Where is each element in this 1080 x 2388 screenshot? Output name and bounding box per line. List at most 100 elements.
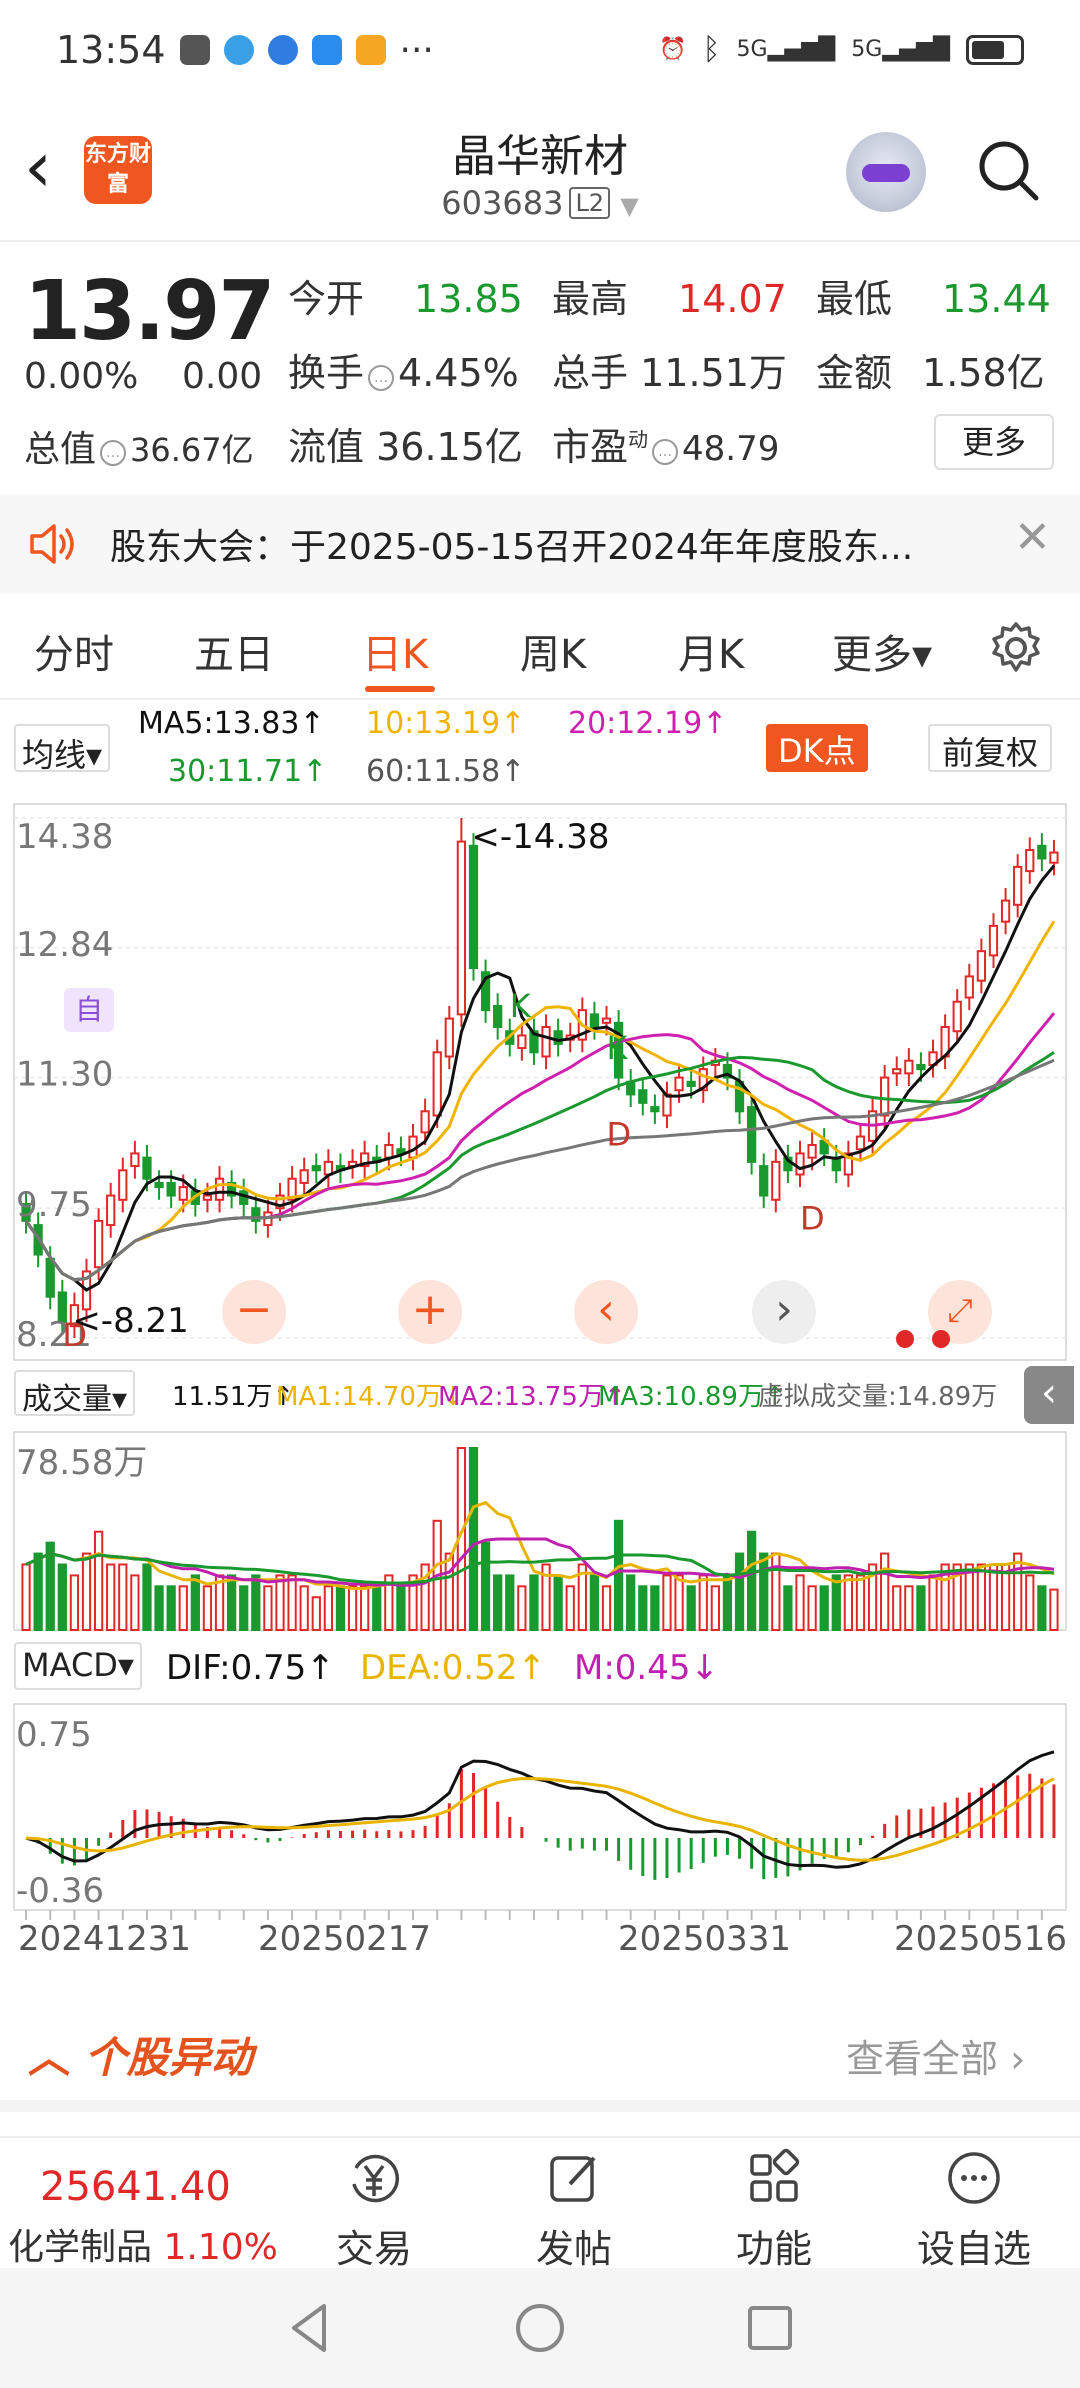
volume-bar bbox=[916, 1585, 926, 1632]
back-nav-icon[interactable] bbox=[280, 2298, 340, 2358]
volume-bar bbox=[638, 1585, 648, 1632]
ma20-line bbox=[24, 1012, 1056, 1282]
home-nav-icon[interactable] bbox=[510, 2298, 570, 2358]
volume-bar bbox=[493, 1574, 503, 1632]
announcement-banner[interactable]: 股东大会：于2025-05-15召开2024年年度股东... ✕ bbox=[0, 494, 1080, 594]
candle-body bbox=[299, 1169, 309, 1184]
sector-index-name: 化学制品 1.10% bbox=[8, 2227, 278, 2268]
signal-icon: 5G▂▄▆█ bbox=[736, 37, 836, 62]
macd-dif: DIF:0.75↑ bbox=[166, 1648, 335, 1688]
volume-bar bbox=[190, 1574, 200, 1632]
pan-left-button[interactable]: ‹ bbox=[574, 1280, 638, 1344]
volume-bar bbox=[396, 1585, 406, 1632]
volume-bar bbox=[1013, 1552, 1023, 1631]
volume-y-label: 78.58万 bbox=[16, 1443, 147, 1483]
volume-bar bbox=[178, 1585, 188, 1632]
candle-body bbox=[892, 1068, 902, 1075]
nav-add-watchlist[interactable]: 设自选 bbox=[904, 2148, 1044, 2273]
candle-body bbox=[807, 1144, 817, 1159]
tab-daily-k[interactable]: 日K bbox=[362, 622, 428, 680]
candle-body bbox=[493, 1004, 503, 1029]
macd-panel-frame bbox=[13, 1703, 1067, 1911]
signal-icon: 5G▂▄▆█ bbox=[851, 37, 950, 62]
kline-chart-area: 均线▾ MA5:13.83↑ 10:13.19↑ 20:12.19↑ 30:11… bbox=[0, 698, 1080, 1998]
level2-badge: L2 bbox=[569, 187, 611, 219]
zoom-out-button[interactable]: − bbox=[222, 1280, 286, 1344]
volume-bar bbox=[928, 1574, 938, 1632]
virtual-volume: 虚拟成交量:14.89万 bbox=[758, 1382, 998, 1412]
quote-panel: 13.97 0.00% 0.00 总值… 36.67亿 今开 13.85 最高 14.… bbox=[0, 244, 1080, 490]
buy-signal-mark: K bbox=[510, 987, 532, 1025]
collapse-panel-button[interactable]: ‹ bbox=[1024, 1366, 1074, 1424]
zoom-in-button[interactable]: + bbox=[398, 1280, 462, 1344]
turnover-stat: 换手… 4.45% bbox=[288, 351, 519, 395]
candle-body bbox=[650, 1106, 660, 1113]
tab-more[interactable]: 更多▾ bbox=[832, 622, 932, 680]
info-icon[interactable]: … bbox=[100, 440, 127, 466]
candle-body bbox=[952, 1000, 962, 1033]
volume-bar bbox=[33, 1552, 43, 1631]
change-percent: 0.00% bbox=[24, 356, 139, 397]
candle-body bbox=[589, 1013, 600, 1029]
alarm-icon: ⏰ bbox=[659, 37, 687, 62]
recents-nav-icon[interactable] bbox=[740, 2298, 800, 2358]
volume-bar bbox=[855, 1574, 866, 1632]
indicator-dot bbox=[932, 1330, 950, 1348]
ai-assistant-avatar[interactable] bbox=[846, 132, 926, 212]
self-select-tag[interactable]: 自 bbox=[64, 988, 114, 1032]
notification-app-icon bbox=[311, 35, 342, 65]
tab-five-day[interactable]: 五日 bbox=[194, 622, 274, 680]
volume-bar bbox=[480, 1541, 491, 1632]
pan-right-button[interactable]: › bbox=[752, 1280, 816, 1344]
info-icon[interactable]: … bbox=[368, 365, 395, 391]
kline-chart[interactable]: 14.3812.8411.309.758.21<-14.38<-8.21KKDD… bbox=[0, 698, 1080, 1998]
nav-post[interactable]: 发帖 bbox=[504, 2148, 644, 2273]
tab-monthly-k[interactable]: 月K bbox=[678, 622, 744, 680]
y-axis-label: 11.30 bbox=[16, 1055, 113, 1095]
candle-body bbox=[142, 1156, 152, 1180]
info-icon[interactable]: … bbox=[652, 439, 679, 465]
candle-body bbox=[880, 1076, 890, 1117]
volume-bar bbox=[892, 1585, 902, 1632]
chevron-up-icon[interactable]: ︿ bbox=[28, 2033, 85, 2082]
status-time: 13:54 bbox=[56, 28, 166, 72]
candle-body bbox=[214, 1177, 225, 1201]
view-all-link[interactable]: 查看全部 › bbox=[846, 2028, 1025, 2083]
volume-bar bbox=[130, 1574, 140, 1632]
buy-signal-mark: K bbox=[607, 1029, 629, 1067]
volume-bar bbox=[843, 1574, 854, 1632]
active-tab-indicator bbox=[365, 686, 435, 692]
nav-functions[interactable]: 功能 bbox=[704, 2148, 844, 2273]
macd-indicator-select[interactable]: MACD▾ bbox=[14, 1642, 142, 1690]
tab-weekly-k[interactable]: 周K bbox=[520, 622, 586, 680]
more-stats-button[interactable]: 更多 bbox=[934, 414, 1054, 470]
battery-icon bbox=[966, 34, 1024, 65]
candle-body bbox=[541, 1026, 551, 1058]
volume-bar bbox=[1049, 1588, 1059, 1632]
candle-body bbox=[154, 1181, 164, 1189]
volume-bar bbox=[251, 1574, 261, 1632]
volume-bar bbox=[771, 1552, 781, 1631]
total-value: 总值… 36.67亿 bbox=[24, 429, 254, 470]
macd-dif-line bbox=[25, 1750, 1055, 1869]
volume-bar bbox=[710, 1585, 720, 1632]
volume-bar bbox=[154, 1585, 164, 1632]
tab-intraday[interactable]: 分时 bbox=[34, 622, 114, 680]
volume-indicator-select[interactable]: 成交量▾ bbox=[14, 1370, 136, 1417]
volume-bar bbox=[263, 1585, 273, 1632]
volume-bar bbox=[650, 1585, 660, 1632]
volume-bar bbox=[819, 1585, 829, 1632]
search-icon[interactable] bbox=[976, 138, 1040, 202]
volume-bar bbox=[759, 1552, 769, 1631]
nav-trade[interactable]: 交易 bbox=[304, 2148, 444, 2273]
candle-body bbox=[178, 1186, 188, 1201]
close-icon[interactable]: ✕ bbox=[1014, 512, 1051, 563]
announcement-text: 股东大会：于2025-05-15召开2024年年度股东... bbox=[110, 527, 914, 568]
macd-m: M:0.45↓ bbox=[574, 1648, 719, 1688]
macd-y-top-label: 0.75 bbox=[16, 1715, 92, 1755]
volume-bar bbox=[626, 1574, 636, 1632]
candle-body bbox=[795, 1152, 805, 1176]
volume-bar bbox=[662, 1574, 672, 1632]
stock-movers-section: ︿ 个股异动 查看全部 › bbox=[0, 1996, 1080, 2106]
gear-icon[interactable] bbox=[988, 620, 1044, 676]
